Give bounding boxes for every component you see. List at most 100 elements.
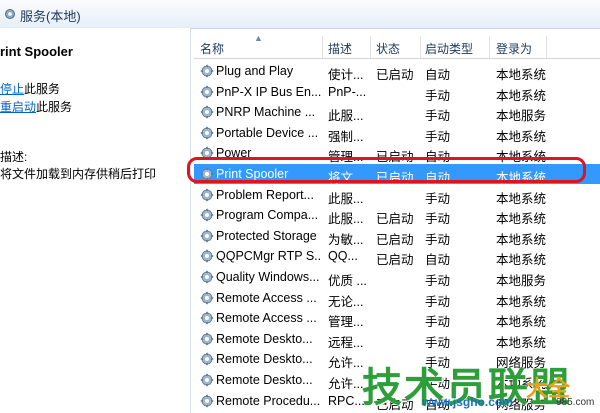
service-log-on-as-cell: 本地服务 (496, 109, 547, 124)
service-description-cell: 远程... (328, 335, 364, 350)
service-description-cell: 此服... (328, 212, 364, 227)
service-description-cell: PnP-... (328, 84, 367, 99)
service-name-cell: QQPCMgr RTP S... (216, 249, 322, 264)
service-name-cell: Remote Deskto... (216, 331, 313, 346)
service-name-cell: PNRP Machine ... (216, 105, 316, 120)
description-text: 将文件加载到内存供稍后打印 (0, 167, 157, 181)
service-gear-icon (200, 373, 214, 387)
watermark-url-2: 985.com (556, 397, 595, 408)
watermark: 技术员联盟 大全 www.jsgho.com 985.com (356, 355, 600, 413)
service-name-cell: Remote Access ... (216, 311, 317, 326)
service-description-cell: 优质 ... (328, 274, 367, 288)
service-row[interactable]: Remote Deskto... 远程... 手动 本地系统 (194, 329, 600, 350)
service-log-on-as-cell: 本地系统 (496, 253, 547, 268)
service-startup-type-cell: 手动 (425, 109, 451, 124)
service-log-on-as-cell: 本地系统 (496, 335, 547, 350)
service-status-cell: 已启动 (376, 232, 414, 247)
service-row[interactable]: Portable Device ... 强制... 手动 本地系统 (194, 123, 600, 144)
restart-service-link[interactable]: 重启动 (0, 100, 36, 114)
service-name-cell: Remote Deskto... (216, 352, 313, 367)
service-row[interactable]: Plug and Play 使计... 已启动 自动 本地系统 (194, 61, 600, 82)
sort-ascending-icon: ▲ (254, 36, 263, 43)
service-gear-icon (200, 208, 214, 222)
service-log-on-as-cell: 本地系统 (496, 68, 547, 82)
column-header-name[interactable]: 名称 (200, 40, 224, 57)
service-startup-type-cell: 手动 (425, 232, 451, 247)
service-row[interactable]: PnP-X IP Bus En... PnP-... 手动 本地系统 (194, 82, 600, 103)
service-name-cell: PnP-X IP Bus En... (216, 84, 322, 99)
service-startup-type-cell: 自动 (425, 253, 451, 268)
service-startup-type-cell: 手动 (425, 315, 451, 330)
service-name-cell: Program Compa... (216, 208, 319, 223)
service-name-cell: Remote Deskto... (216, 373, 313, 387)
restart-service-line: 重启动此服务 (0, 98, 72, 115)
service-log-on-as-cell: 本地系统 (496, 294, 547, 309)
column-header-log-on-as[interactable]: 登录为 (496, 40, 532, 57)
service-log-on-as-cell: 本地系统 (496, 191, 547, 206)
service-description-cell: QQ... (328, 249, 358, 264)
selected-service-name: rint Spooler (0, 44, 73, 59)
service-gear-icon (200, 311, 214, 325)
services-icon (5, 9, 15, 19)
column-divider[interactable] (370, 36, 371, 58)
column-header-startup-type[interactable]: 启动类型 (425, 40, 473, 57)
service-name-cell: Quality Windows... (216, 270, 320, 284)
service-log-on-as-cell: 本地系统 (496, 212, 547, 227)
service-startup-type-cell: 手动 (425, 129, 451, 144)
service-row[interactable]: QQPCMgr RTP S... QQ... 已启动 自动 本地系统 (194, 246, 600, 268)
service-row[interactable]: Program Compa... 此服... 已启动 手动 本地系统 (194, 205, 600, 227)
service-row[interactable]: Remote Access ... 无论... 手动 本地系统 (194, 288, 600, 309)
service-status-cell: 已启动 (376, 212, 414, 227)
service-row[interactable]: Remote Access ... 管理... 手动 本地系统 (194, 308, 600, 330)
service-name-cell: Portable Device ... (216, 125, 319, 140)
service-row[interactable]: Protected Storage 为敏... 已启动 手动 本地系统 (194, 226, 600, 247)
service-description-cell: 管理... (328, 315, 364, 330)
watermark-url: www.jsgho.com (422, 395, 513, 409)
service-gear-icon (200, 64, 214, 78)
column-divider[interactable] (420, 36, 421, 58)
service-gear-icon (200, 126, 214, 140)
service-log-on-as-cell: 本地系统 (496, 232, 547, 247)
service-startup-type-cell: 自动 (425, 68, 451, 82)
column-header-description[interactable]: 描述 (328, 40, 352, 57)
service-description-cell: 强制... (328, 129, 364, 144)
service-startup-type-cell: 手动 (425, 212, 451, 227)
service-description-cell: 使计... (328, 68, 364, 82)
service-name-cell: Protected Storage (216, 228, 317, 243)
service-description-cell: 无论... (328, 294, 364, 309)
service-description-cell: 此服... (328, 109, 364, 124)
service-startup-type-cell: 手动 (425, 274, 451, 288)
service-log-on-as-cell: 本地服务 (496, 274, 547, 288)
service-gear-icon (200, 291, 214, 305)
service-startup-type-cell: 手动 (425, 335, 451, 350)
service-name-cell: Remote Procedu... (216, 393, 321, 408)
column-divider[interactable] (322, 36, 323, 58)
service-row[interactable]: Quality Windows... 优质 ... 手动 本地服务 (194, 267, 600, 288)
service-gear-icon (200, 352, 214, 366)
column-divider[interactable] (489, 36, 490, 58)
service-gear-icon (200, 270, 214, 284)
restart-service-suffix: 此服务 (36, 100, 73, 114)
red-highlight-annotation (187, 157, 586, 183)
service-gear-icon (200, 332, 214, 346)
service-gear-icon (200, 394, 214, 408)
service-startup-type-cell: 手动 (425, 294, 451, 309)
column-header-status[interactable]: 状态 (376, 40, 400, 57)
service-gear-icon (200, 188, 214, 202)
stop-service-suffix: 此服务 (24, 82, 61, 96)
service-row[interactable]: PNRP Machine ... 此服... 手动 本地服务 (194, 102, 600, 124)
service-status-cell: 已启动 (376, 253, 414, 268)
service-gear-icon (200, 249, 214, 263)
service-name-cell: Problem Report... (216, 187, 314, 202)
service-log-on-as-cell: 本地系统 (496, 315, 547, 330)
service-description-cell: 为敏... (328, 232, 364, 247)
description-label: 描述: (0, 150, 28, 164)
service-name-cell: Plug and Play (216, 64, 294, 78)
service-row[interactable]: Problem Report... 此服... 手动 本地系统 (194, 185, 600, 206)
column-header-row: ▲ 名称 描述 状态 启动类型 登录为 (194, 36, 600, 59)
service-description-cell: 此服... (328, 191, 364, 206)
service-gear-icon (200, 105, 214, 119)
stop-service-link[interactable]: 停止 (0, 82, 24, 96)
column-divider[interactable] (546, 36, 547, 58)
service-detail-pane: rint Spooler 停止此服务 重启动此服务 描述: 将文件加载到内存供稍… (0, 28, 191, 413)
